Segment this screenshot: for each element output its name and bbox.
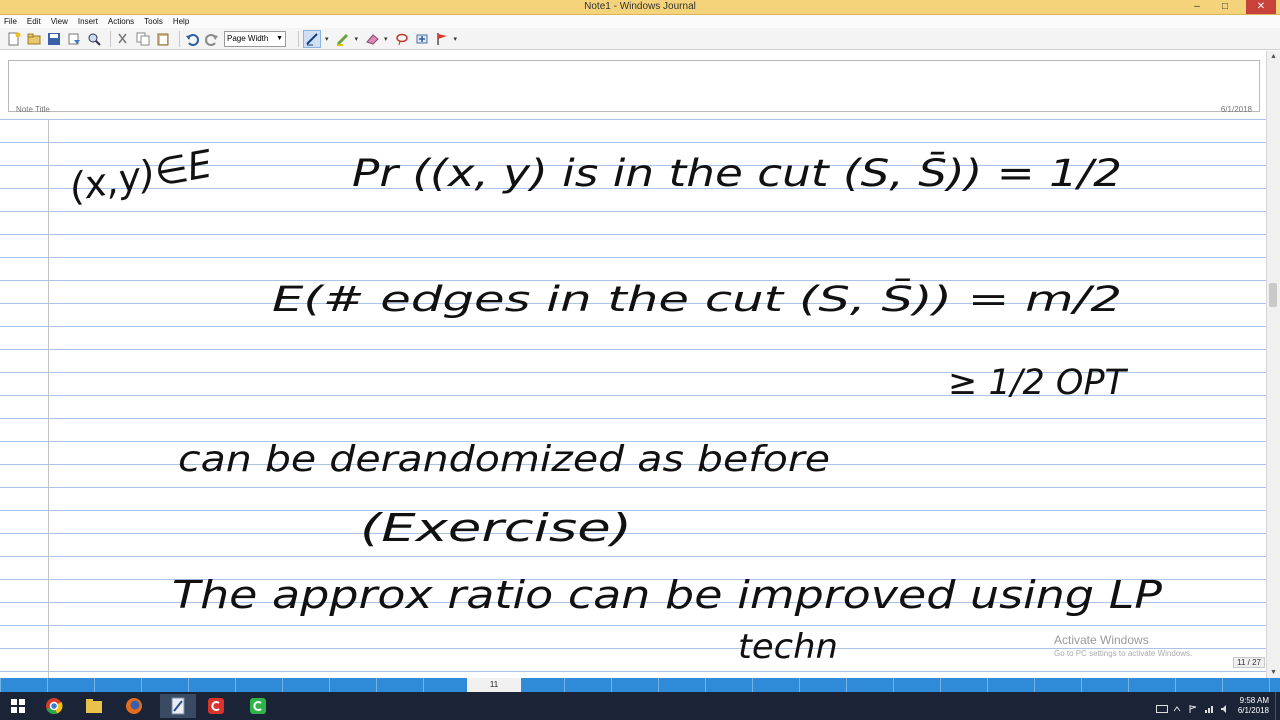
taskbar: 9:58 AM 6/1/2018: [0, 692, 1280, 720]
ink-line-approx-ratio: The approx ratio can be improved using L…: [172, 573, 1162, 617]
system-clock[interactable]: 9:58 AM 6/1/2018: [1238, 696, 1269, 716]
menu-bar: File Edit View Insert Actions Tools Help: [0, 15, 1280, 28]
lasso-icon[interactable]: [394, 31, 410, 47]
save-icon[interactable]: [46, 31, 62, 47]
ink-line-opt-bound: ≥ 1/2 OPT: [948, 363, 1129, 403]
keyboard-icon[interactable]: [1155, 701, 1168, 713]
zoom-select-value: Page Width: [227, 33, 269, 43]
chrome-icon[interactable]: [36, 694, 72, 718]
zoom-select[interactable]: Page Width ▼: [224, 30, 286, 47]
ink-text: can be derandomized as before: [178, 439, 830, 480]
paste-icon[interactable]: [155, 31, 171, 47]
send-icon[interactable]: [66, 31, 82, 47]
chevron-up-icon[interactable]: [1172, 701, 1182, 712]
flag-dropdown-icon[interactable]: ▾: [454, 35, 458, 43]
toolbar: Page Width ▼ ▾ ▾ ▾ ▾: [0, 28, 1280, 50]
menu-file[interactable]: File: [4, 17, 17, 26]
firefox-icon[interactable]: [116, 694, 152, 718]
flag-tray-icon[interactable]: [1188, 701, 1198, 713]
close-button[interactable]: ✕: [1246, 0, 1276, 14]
ink-text: ≥ 1/2 OPT: [948, 363, 1129, 403]
clock-time: 9:58 AM: [1239, 696, 1269, 705]
handwriting-canvas[interactable]: (x,y)∈E Pr ((x, y) is in the cut (S, S̄)…: [0, 51, 1267, 678]
vertical-scrollbar[interactable]: ▲ ▼: [1266, 51, 1280, 678]
ink-line-expectation: E(# edges in the cut (S, S̄)) = m/2: [272, 278, 1122, 320]
eraser-dropdown-icon[interactable]: ▾: [384, 35, 388, 43]
ink-text: (Exercise): [360, 506, 632, 550]
menu-actions[interactable]: Actions: [108, 17, 134, 26]
scroll-down-icon[interactable]: ▼: [1267, 669, 1280, 676]
ink-line-derandomized: can be derandomized as before: [178, 439, 830, 480]
ink-text: E(# edges in the cut (S, S̄)) = m/2: [272, 278, 1122, 320]
journal-icon[interactable]: [160, 694, 196, 718]
highlighter-icon[interactable]: [335, 31, 351, 47]
eraser-icon[interactable]: [364, 31, 380, 47]
pen-dropdown-icon[interactable]: ▾: [325, 35, 329, 43]
cut-icon[interactable]: [115, 31, 131, 47]
scroll-up-icon[interactable]: ▲: [1267, 53, 1280, 60]
ink-text: The approx ratio can be improved using L…: [172, 573, 1162, 617]
menu-tools[interactable]: Tools: [144, 17, 163, 26]
toolbar-separator: [110, 30, 111, 47]
window-titlebar[interactable]: Note1 - Windows Journal – □ ✕: [0, 0, 1280, 15]
toolbar-separator: [179, 30, 180, 47]
page-scroll-thumb[interactable]: 11: [467, 678, 521, 692]
find-icon[interactable]: [86, 31, 102, 47]
activate-windows-watermark: Activate Windows: [1054, 633, 1149, 647]
green-c-app-icon[interactable]: [240, 694, 276, 718]
maximize-button[interactable]: □: [1218, 0, 1232, 14]
flag-icon[interactable]: [434, 31, 450, 47]
red-c-app-icon[interactable]: [198, 694, 234, 718]
menu-insert[interactable]: Insert: [78, 17, 98, 26]
redo-icon[interactable]: [204, 31, 220, 47]
minimize-button[interactable]: –: [1190, 0, 1204, 14]
windows-start-icon[interactable]: [0, 694, 36, 718]
undo-icon[interactable]: [184, 31, 200, 47]
new-note-icon[interactable]: [6, 31, 22, 47]
open-icon[interactable]: [26, 31, 42, 47]
volume-icon[interactable]: [1220, 701, 1230, 713]
note-page[interactable]: Note Title 6/1/2018 (x,y)∈E Pr ((x, y) i…: [0, 51, 1267, 678]
page-indicator: 11 / 27: [1233, 657, 1265, 668]
activate-windows-hint: Go to PC settings to activate Windows.: [1054, 649, 1193, 658]
page-ticks: [0, 678, 1280, 692]
toolbar-separator: [298, 30, 299, 47]
file-explorer-icon[interactable]: [76, 694, 112, 718]
menu-help[interactable]: Help: [173, 17, 189, 26]
ink-line-exercise: (Exercise): [360, 506, 632, 550]
ink-line-probability: Pr ((x, y) is in the cut (S, S̄)) = 1/2: [352, 151, 1122, 195]
insert-space-icon[interactable]: [414, 31, 430, 47]
ink-text: (x,y)∈E: [66, 142, 215, 210]
copy-icon[interactable]: [135, 31, 151, 47]
page-scrollbar[interactable]: 11: [0, 678, 1280, 692]
network-icon[interactable]: [1204, 701, 1214, 713]
chevron-down-icon: ▼: [276, 34, 283, 42]
ink-text: Pr ((x, y) is in the cut (S, S̄)) = 1/2: [352, 151, 1122, 195]
window-title: Note1 - Windows Journal: [584, 1, 696, 12]
pen-icon[interactable]: [303, 29, 321, 48]
vertical-scroll-thumb[interactable]: [1269, 283, 1277, 307]
ink-line-xy-in-e: (x,y)∈E: [66, 142, 215, 210]
show-desktop-button[interactable]: [1275, 692, 1280, 720]
menu-view[interactable]: View: [51, 17, 68, 26]
menu-edit[interactable]: Edit: [27, 17, 41, 26]
clock-date: 6/1/2018: [1237, 706, 1269, 715]
system-tray: 9:58 AM 6/1/2018: [1155, 692, 1280, 720]
ink-line-techn: techn: [738, 627, 838, 667]
ink-text: techn: [738, 627, 838, 667]
highlighter-dropdown-icon[interactable]: ▾: [355, 35, 359, 43]
